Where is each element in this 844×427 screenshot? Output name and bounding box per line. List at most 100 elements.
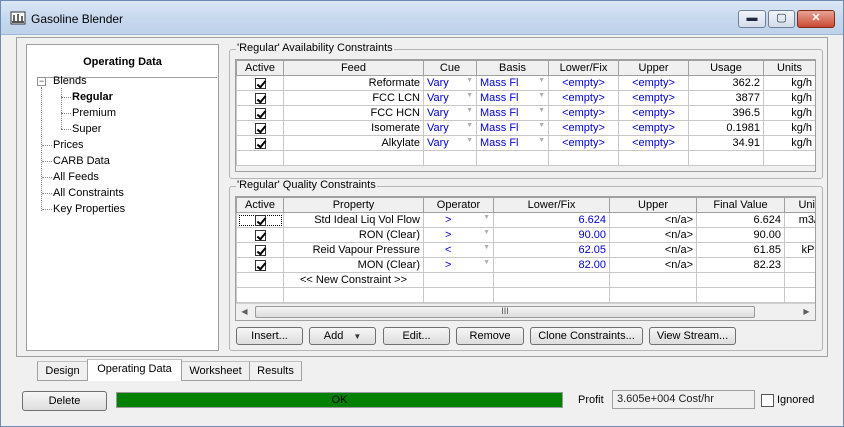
view-stream-button[interactable]: View Stream... <box>649 327 736 345</box>
lower-cell[interactable]: 82.00 <box>493 257 610 273</box>
dropdown-arrow-icon: ▼ <box>483 259 490 266</box>
operator-cell[interactable]: > ▼ <box>423 257 494 273</box>
collapse-icon[interactable]: − <box>37 77 46 86</box>
tree-item-blends[interactable]: Blends <box>53 75 87 87</box>
basis-cell[interactable]: Mass Fl ▼ <box>476 120 549 136</box>
col-header-feed[interactable]: Feed <box>283 60 424 76</box>
upper-cell[interactable]: <n/a> <box>609 212 697 228</box>
cue-value: Vary <box>427 92 449 104</box>
tree-item-prices[interactable]: Prices <box>53 139 84 151</box>
profit-label: Profit <box>578 394 604 406</box>
scroll-right-icon[interactable]: ▶ <box>798 304 815 320</box>
col-header-lower[interactable]: Lower/Fix <box>493 197 610 213</box>
cue-cell[interactable]: Vary ▼ <box>423 90 477 106</box>
active-checkbox[interactable] <box>254 214 266 226</box>
lower-cell[interactable]: <empty> <box>548 120 619 136</box>
cue-cell[interactable]: Vary ▼ <box>423 105 477 121</box>
table-row: Isomerate Vary ▼ Mass Fl ▼ <empty> <empty>… <box>236 120 815 136</box>
dropdown-arrow-icon: ▼ <box>538 77 545 84</box>
tree-item-premium[interactable]: Premium <box>72 107 116 119</box>
active-checkbox[interactable] <box>254 92 266 104</box>
upper-cell[interactable]: <empty> <box>618 135 689 151</box>
tab-worksheet[interactable]: Worksheet <box>181 361 250 381</box>
property-cell: MON (Clear) <box>283 257 424 273</box>
lower-cell[interactable]: <empty> <box>548 90 619 106</box>
active-checkbox[interactable] <box>254 107 266 119</box>
insert-button[interactable]: Insert... <box>236 327 303 345</box>
scroll-thumb[interactable]: III <box>255 306 755 318</box>
basis-cell[interactable]: Mass Fl ▼ <box>476 75 549 91</box>
upper-cell[interactable]: <empty> <box>618 90 689 106</box>
dropdown-arrow-icon: ▼ <box>466 122 473 129</box>
minimize-button[interactable]: ▬ <box>738 10 766 28</box>
upper-cell[interactable]: <n/a> <box>609 242 697 258</box>
delete-button[interactable]: Delete <box>22 391 107 411</box>
clone-constraints-button[interactable]: Clone Constraints... <box>530 327 643 345</box>
upper-cell[interactable]: <empty> <box>618 120 689 136</box>
col-header-basis[interactable]: Basis <box>476 60 549 76</box>
col-header-active[interactable]: Active <box>236 60 284 76</box>
active-checkbox[interactable] <box>254 244 266 256</box>
remove-button[interactable]: Remove <box>456 327 524 345</box>
horizontal-scrollbar[interactable]: ◀ III ▶ <box>236 303 815 320</box>
units-cell: kg/h <box>763 75 815 91</box>
basis-cell[interactable]: Mass Fl ▼ <box>476 135 549 151</box>
col-header-units[interactable]: Units <box>763 60 815 76</box>
operator-cell[interactable]: < ▼ <box>423 242 494 258</box>
tree-item-all-feeds[interactable]: All Feeds <box>53 171 99 183</box>
profit-value: 3.605e+004 Cost/hr <box>612 390 755 409</box>
lower-cell[interactable]: <empty> <box>548 105 619 121</box>
basis-cell[interactable]: Mass Fl ▼ <box>476 105 549 121</box>
lower-cell[interactable]: 6.624 <box>493 212 610 228</box>
scroll-left-icon[interactable]: ◀ <box>236 304 253 320</box>
basis-cell[interactable]: Mass Fl ▼ <box>476 90 549 106</box>
dropdown-arrow-icon: ▼ <box>483 244 490 251</box>
upper-cell[interactable]: <empty> <box>618 75 689 91</box>
final-value-cell: 61.85 <box>696 242 785 258</box>
lower-cell[interactable]: 62.05 <box>493 242 610 258</box>
tree-item-regular[interactable]: Regular <box>72 91 113 103</box>
col-header-lower[interactable]: Lower/Fix <box>548 60 619 76</box>
operator-cell[interactable]: > ▼ <box>423 212 494 228</box>
col-header-cue[interactable]: Cue <box>423 60 477 76</box>
lower-cell[interactable]: <empty> <box>548 75 619 91</box>
cue-cell[interactable]: Vary ▼ <box>423 120 477 136</box>
col-header-usage[interactable]: Usage <box>688 60 764 76</box>
availability-constraints-group: 'Regular' Availability Constraints Activ… <box>229 42 823 179</box>
col-header-upper[interactable]: Upper <box>609 197 697 213</box>
tree-item-carb-data[interactable]: CARB Data <box>53 155 110 167</box>
tree-item-key-properties[interactable]: Key Properties <box>53 203 125 215</box>
tab-results[interactable]: Results <box>249 361 302 381</box>
lower-cell[interactable]: <empty> <box>548 135 619 151</box>
active-checkbox[interactable] <box>254 229 266 241</box>
tree-item-super[interactable]: Super <box>72 123 101 135</box>
active-checkbox[interactable] <box>254 259 266 271</box>
ignored-checkbox[interactable] <box>761 394 774 407</box>
upper-cell[interactable]: <n/a> <box>609 257 697 273</box>
edit-button[interactable]: Edit... <box>383 327 450 345</box>
active-checkbox[interactable] <box>254 137 266 149</box>
col-header-units[interactable]: Units <box>784 197 815 213</box>
close-button[interactable]: ✕ <box>797 10 835 28</box>
col-header-operator[interactable]: Operator <box>423 197 494 213</box>
upper-cell[interactable]: <empty> <box>618 105 689 121</box>
upper-cell[interactable]: <n/a> <box>609 227 697 243</box>
col-header-final-value[interactable]: Final Value <box>696 197 785 213</box>
final-value-cell: 6.624 <box>696 212 785 228</box>
operator-cell[interactable]: > ▼ <box>423 227 494 243</box>
col-header-active[interactable]: Active <box>236 197 284 213</box>
col-header-upper[interactable]: Upper <box>618 60 689 76</box>
cue-cell[interactable]: Vary ▼ <box>423 135 477 151</box>
lower-cell[interactable]: 90.00 <box>493 227 610 243</box>
tab-operating-data[interactable]: Operating Data <box>87 359 182 381</box>
maximize-button[interactable]: ▢ <box>768 10 795 28</box>
usage-cell: 0.1981 <box>688 120 764 136</box>
active-checkbox[interactable] <box>254 122 266 134</box>
add-button[interactable]: Add ▼ <box>309 327 376 345</box>
new-constraint-cell[interactable]: << New Constraint >> <box>283 272 424 288</box>
tab-design[interactable]: Design <box>37 361 88 381</box>
cue-cell[interactable]: Vary ▼ <box>423 75 477 91</box>
active-checkbox[interactable] <box>254 77 266 89</box>
col-header-property[interactable]: Property <box>283 197 424 213</box>
tree-item-all-constraints[interactable]: All Constraints <box>53 187 124 199</box>
